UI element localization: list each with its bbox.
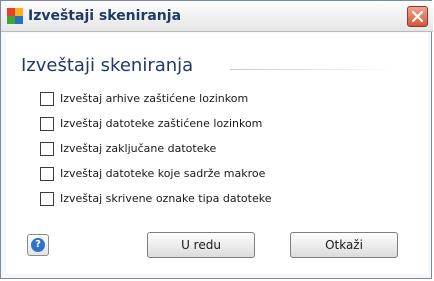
help-icon: ? (31, 238, 45, 252)
option-label: Izveštaj zaključane datoteke (60, 142, 217, 155)
dialog-window: Izveštaji skeniranja Izveštaji skeniranj… (0, 0, 433, 279)
option-label: Izveštaj arhive zaštićene lozinkom (60, 92, 249, 105)
option-label: Izveštaj datoteke zaštićene lozinkom (60, 117, 263, 130)
title-bar[interactable]: Izveštaji skeniranja (1, 1, 433, 32)
avg-app-icon (7, 8, 23, 24)
checkbox[interactable] (40, 117, 54, 131)
checkbox[interactable] (40, 167, 54, 181)
close-icon (412, 11, 423, 22)
help-button[interactable]: ? (27, 234, 49, 256)
checkbox[interactable] (40, 92, 54, 106)
option-label: Izveštaj skrivene oznake tipa datoteke (60, 192, 272, 205)
dialog-heading: Izveštaji skeniranja (21, 55, 194, 76)
heading-divider (230, 69, 400, 70)
option-label: Izveštaj datoteke koje sadrže makroe (60, 167, 266, 180)
cancel-button[interactable]: Otkaži (290, 232, 398, 258)
close-button[interactable] (407, 6, 428, 27)
ok-button[interactable]: U redu (147, 232, 255, 258)
checkbox[interactable] (40, 142, 54, 156)
dialog-content: Izveštaji skeniranja Izveštaj arhive zaš… (6, 34, 428, 274)
window-title: Izveštaji skeniranja (28, 8, 182, 24)
checkbox[interactable] (40, 192, 54, 206)
